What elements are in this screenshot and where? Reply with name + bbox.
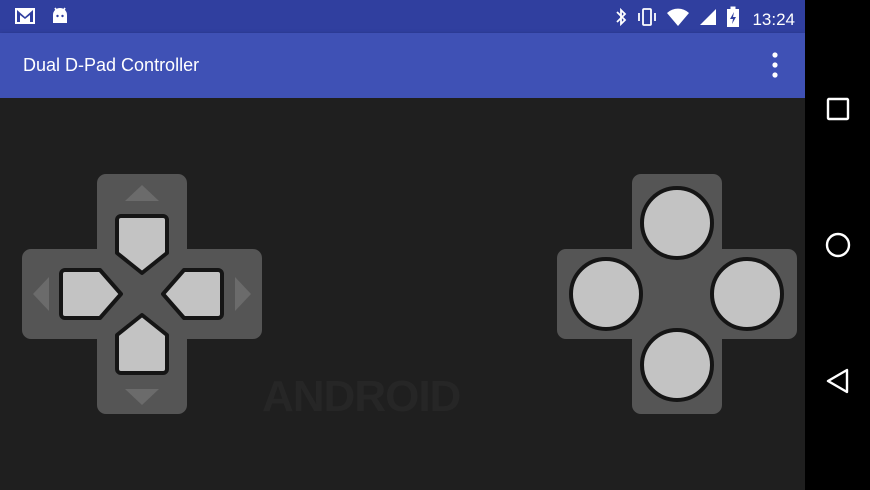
home-icon[interactable]	[819, 226, 857, 264]
back-icon[interactable]	[819, 362, 857, 400]
face-button-right[interactable]	[710, 257, 784, 331]
recents-icon[interactable]	[819, 90, 857, 128]
face-button-left[interactable]	[569, 257, 643, 331]
face-button-bottom[interactable]	[640, 328, 714, 402]
right-button-pad	[557, 174, 797, 414]
face-button-top[interactable]	[640, 186, 714, 260]
navigation-bar	[805, 0, 870, 490]
